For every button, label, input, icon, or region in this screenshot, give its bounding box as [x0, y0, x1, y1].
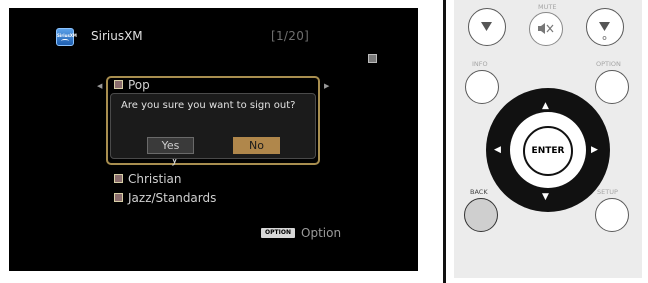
option-button[interactable]: [595, 70, 629, 104]
mute-label: MUTE: [538, 3, 557, 11]
mute-button[interactable]: [529, 12, 563, 46]
list-item-pop[interactable]: Pop: [114, 78, 150, 92]
channel-icon: [114, 193, 123, 202]
no-button[interactable]: No: [233, 137, 280, 154]
info-label: INFO: [472, 60, 488, 68]
channel-icon: [114, 174, 123, 183]
option-key-icon: OPTION: [261, 228, 295, 238]
arrow-right-icon[interactable]: ▶: [591, 145, 598, 155]
arrow-left-icon[interactable]: ◀: [494, 145, 501, 155]
setup-label: SETUP: [597, 188, 618, 196]
arrow-down-icon[interactable]: ▼: [542, 192, 549, 202]
info-button[interactable]: [465, 70, 499, 104]
volume-up-icon: [599, 22, 610, 40]
list-item-christian[interactable]: Christian: [114, 172, 182, 186]
arrow-up-icon[interactable]: ▲: [542, 101, 549, 111]
option-hint-label: Option: [301, 226, 342, 240]
divider: [443, 0, 446, 283]
enter-button[interactable]: ENTER: [523, 126, 573, 176]
siriusxm-logo-icon: SiriusXM: [56, 28, 77, 46]
mute-icon: [538, 23, 554, 34]
status-square-icon: [368, 54, 377, 63]
channel-icon: [114, 80, 123, 89]
scroll-left-arrow-icon[interactable]: ◀: [97, 82, 102, 90]
option-remote-label: OPTION: [596, 60, 621, 68]
logo-text: SiriusXM: [57, 33, 77, 38]
setup-button[interactable]: [595, 198, 629, 232]
list-item-jazz-standards[interactable]: Jazz/Standards: [114, 191, 216, 205]
dialog-message: Are you sure you want to sign out?: [121, 100, 296, 111]
scroll-right-arrow-icon[interactable]: ▶: [324, 82, 329, 90]
yes-button[interactable]: Yes: [147, 137, 194, 154]
back-label: BACK: [470, 188, 488, 196]
volume-down-icon: [481, 22, 492, 31]
volume-up-button[interactable]: [586, 8, 624, 46]
page-counter: [1/20]: [271, 29, 310, 43]
app-title: SiriusXM: [91, 29, 143, 43]
back-button[interactable]: [464, 198, 498, 232]
volume-down-button[interactable]: [468, 8, 506, 46]
